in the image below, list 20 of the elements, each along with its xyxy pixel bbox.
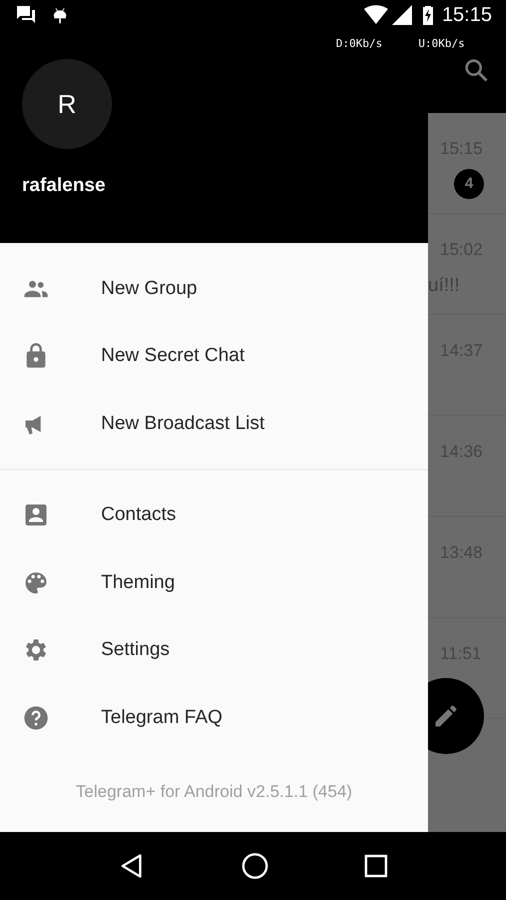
download-speed: D:0Kb/s	[336, 36, 382, 52]
recents-icon[interactable]	[364, 854, 388, 878]
menu-item[interactable]: New Broadcast List	[0, 390, 428, 458]
menu-item[interactable]: Theming	[0, 549, 428, 616]
user-name: rafalense	[22, 174, 106, 198]
menu-item[interactable]: Contacts	[0, 482, 428, 549]
signal-icon	[392, 5, 412, 25]
upload-speed: U:0Kb/s	[418, 36, 465, 52]
battery-charging-icon	[422, 5, 434, 25]
home-icon[interactable]	[240, 852, 269, 880]
menu-item[interactable]: New Group	[0, 255, 428, 322]
version-text: Telegram+ for Android v2.5.1.1 (454)	[76, 780, 352, 802]
wifi-icon	[364, 5, 388, 25]
help-icon	[22, 704, 50, 732]
clock-time: 15:15	[442, 3, 492, 28]
unread-badge: 4	[454, 169, 484, 199]
menu-item[interactable]: Settings	[0, 616, 428, 684]
menu-item[interactable]: New Secret Chat	[0, 322, 428, 390]
menu-item[interactable]: Telegram FAQ	[0, 684, 428, 752]
avatar: R	[22, 59, 112, 149]
